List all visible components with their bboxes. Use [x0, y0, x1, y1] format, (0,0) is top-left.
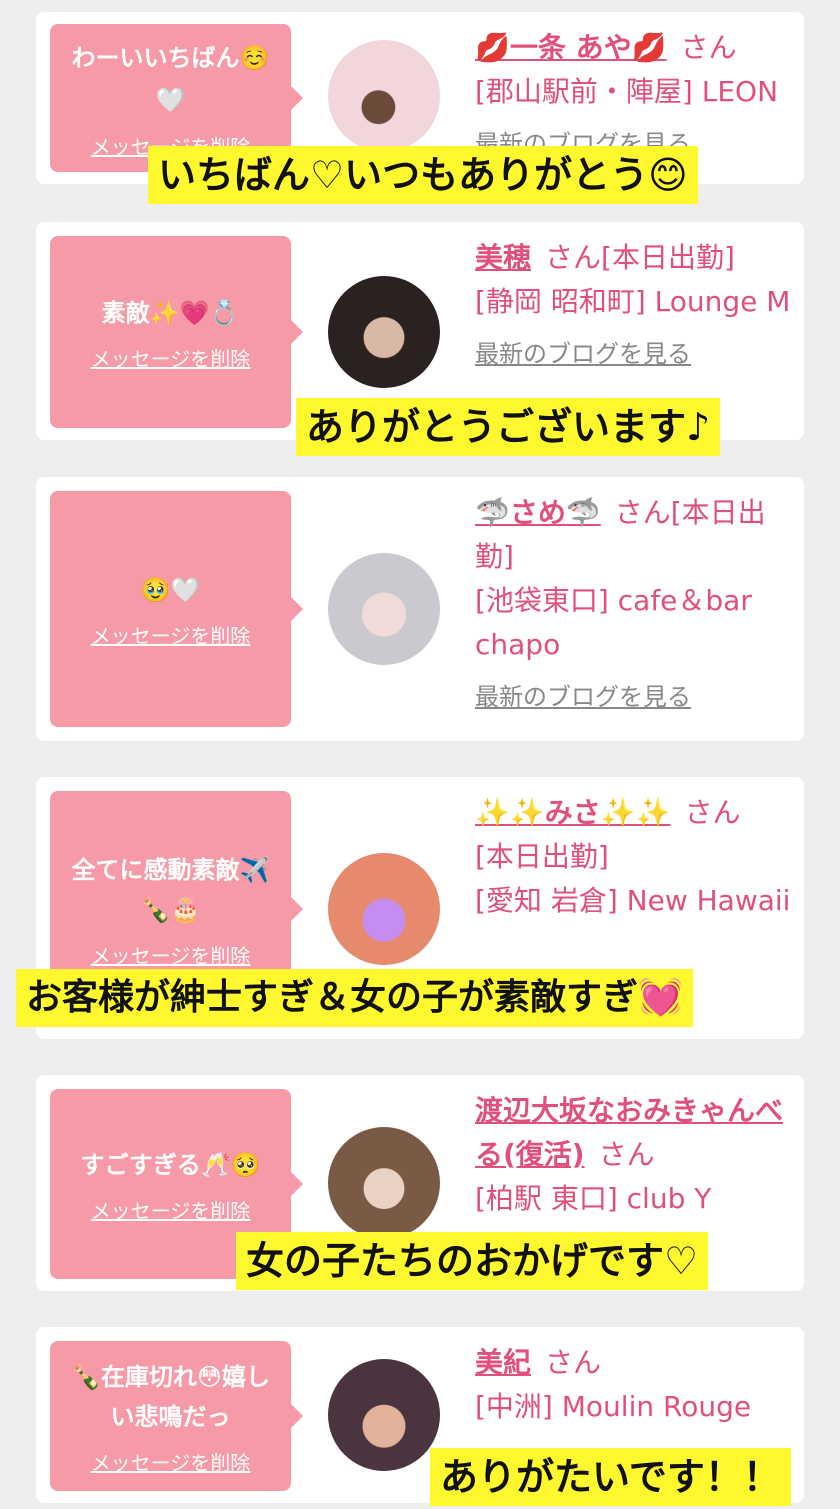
- status-label: [本日出勤]: [475, 840, 609, 873]
- message-bubble: 素敵✨💗💍 メッセージを削除: [50, 236, 303, 428]
- caption-overlay: お客様が紳士すぎ＆女の子が素敵すぎ💓: [16, 969, 693, 1027]
- caption-overlay: いちばん♡いつもありがとう😊: [148, 146, 698, 204]
- profile-name-link[interactable]: 美紀: [475, 1346, 531, 1379]
- avatar[interactable]: [328, 276, 440, 388]
- profile-name-link[interactable]: 💋一条 あや💋: [475, 31, 666, 64]
- profile-name-link[interactable]: 🦈さめ🦈: [475, 496, 601, 529]
- message-text: 素敵✨💗💍: [101, 298, 240, 327]
- delete-message-link[interactable]: メッセージを削除: [91, 1195, 251, 1224]
- shop-name: club Y: [626, 1182, 712, 1215]
- avatar[interactable]: [328, 1127, 440, 1239]
- area-label: [中洲]: [475, 1390, 553, 1423]
- area-label: [池袋東口]: [475, 584, 609, 617]
- profile-info: 渡辺大坂なおみきゃんべる(復活) さん [柏駅 東口] club Y: [475, 1089, 795, 1221]
- message-bubble: 🥹🤍 メッセージを削除: [50, 491, 303, 727]
- status-label: [本日出勤]: [601, 241, 735, 274]
- shop-name: Lounge M: [654, 285, 791, 318]
- message-card: 🥹🤍 メッセージを削除 🦈さめ🦈 さん[本日出勤] [池袋東口] cafe＆bar…: [36, 477, 804, 741]
- avatar[interactable]: [328, 553, 440, 665]
- shop-name: New Hawaii: [626, 884, 791, 917]
- profile-info: 🦈さめ🦈 さん[本日出勤] [池袋東口] cafe＆bar chapo 最新のブロ…: [475, 491, 795, 719]
- delete-message-link[interactable]: メッセージを削除: [91, 620, 251, 649]
- caption-overlay: ありがたいです！！: [430, 1448, 791, 1506]
- profile-name-link[interactable]: ✨✨みさ✨✨: [475, 796, 670, 829]
- profile-info: 美穂 さん[本日出勤] [静岡 昭和町] Lounge M 最新のブログを見る: [475, 236, 795, 376]
- area-label: [愛知 岩倉]: [475, 884, 618, 917]
- delete-message-link[interactable]: メッセージを削除: [91, 343, 251, 372]
- avatar[interactable]: [328, 40, 440, 152]
- san-label: さん: [614, 496, 671, 529]
- delete-message-link[interactable]: メッセージを削除: [91, 1447, 251, 1476]
- shop-name: LEON: [701, 75, 779, 108]
- profile-info: ✨✨みさ✨✨ さん [本日出勤] [愛知 岩倉] New Hawaii: [475, 791, 795, 923]
- latest-blog-link[interactable]: 最新のブログを見る: [475, 675, 795, 719]
- message-text: すごすぎる🥂🥺: [80, 1150, 261, 1179]
- delete-message-link[interactable]: メッセージを削除: [91, 940, 251, 969]
- message-bubble: 🍾在庫切れ😳嬉しい悲鳴だっ メッセージを削除: [50, 1341, 303, 1491]
- avatar[interactable]: [328, 1359, 440, 1471]
- san-label: さん: [545, 241, 602, 274]
- area-label: [郡山駅前・陣屋]: [475, 75, 693, 108]
- message-text: 🍾在庫切れ😳嬉しい悲鳴だっ: [71, 1362, 270, 1431]
- message-text: 🥹🤍: [140, 575, 201, 604]
- latest-blog-link[interactable]: 最新のブログを見る: [475, 332, 795, 376]
- profile-name-link[interactable]: 美穂: [475, 241, 531, 274]
- caption-overlay: ありがとうございます♪: [296, 398, 721, 456]
- caption-overlay: 女の子たちのおかげです♡: [236, 1232, 709, 1290]
- san-label: さん: [684, 796, 741, 829]
- avatar[interactable]: [328, 853, 440, 965]
- san-label: さん: [598, 1138, 655, 1171]
- profile-info: 美紀 さん [中洲] Moulin Rouge: [475, 1341, 795, 1429]
- area-label: [静岡 昭和町]: [475, 285, 646, 318]
- san-label: さん: [680, 31, 737, 64]
- shop-name: Moulin Rouge: [561, 1390, 752, 1423]
- message-text: 全てに感動素敵✈️🍾🎂: [71, 855, 270, 924]
- profile-info: 💋一条 あや💋 さん [郡山駅前・陣屋] LEON 最新のブログを見る: [475, 26, 795, 166]
- san-label: さん: [545, 1346, 602, 1379]
- area-label: [柏駅 東口]: [475, 1182, 618, 1215]
- message-text: わーいいちばん☺️🤍: [71, 43, 270, 114]
